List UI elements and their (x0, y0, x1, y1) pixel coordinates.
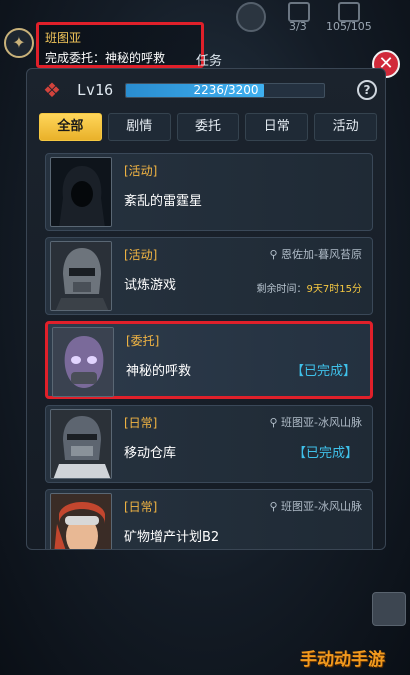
door-icon[interactable] (288, 2, 310, 22)
corner-menu-button[interactable] (372, 592, 406, 626)
quest-tag: [活动] (124, 164, 158, 178)
quest-item[interactable]: [活动] 紊乱的雷霆星 (45, 153, 373, 231)
quest-item[interactable]: [活动] ⚲ 恩佐加-暮风苔原 试炼游戏 剩余时间：9天7时15分 (45, 237, 373, 315)
armored-helmet-avatar (50, 241, 112, 311)
quest-location: ⚲ 班图亚-冰风山脉 (269, 500, 362, 513)
quest-status-completed: 【已完成】 (292, 446, 358, 461)
quest-name: 移动仓库 (124, 446, 177, 461)
quest-list[interactable]: [活动] 紊乱的雷霆星 [活动] ⚲ 恩佐加-暮风苔原 试炼游戏 剩余时间：9天… (45, 153, 373, 549)
quest-item-highlighted[interactable]: [委托] 神秘的呼救 【已完成】 (45, 321, 373, 399)
quest-location-text: 班图亚-冰风山脉 (281, 416, 362, 429)
compass-icon[interactable]: ✦ (4, 28, 34, 58)
quest-remaining-time: 剩余时间：9天7时15分 (257, 280, 362, 295)
quest-location-text: 班图亚-冰风山脉 (281, 500, 362, 513)
quest-status-completed: 【已完成】 (290, 364, 356, 379)
quest-panel: ❖ Lv16 2236/3200 ? 全部 剧情 委托 日常 活动 [活动] 紊… (26, 68, 386, 550)
quest-item[interactable]: [日常] ⚲ 班图亚-冰风山脉 矿物增产计划B2 (45, 489, 373, 549)
quest-location-text: 恩佐加-暮风苔原 (281, 248, 362, 261)
rank-wings-icon: ❖ (43, 78, 61, 102)
quest-name: 试炼游戏 (124, 278, 177, 293)
tab-event[interactable]: 活动 (314, 113, 377, 141)
tab-all[interactable]: 全部 (39, 113, 102, 141)
exp-bar: 2236/3200 (125, 83, 325, 98)
hud-count-secondary: 105/105 (326, 20, 372, 33)
quest-location: ⚲ 班图亚-冰风山脉 (269, 416, 362, 429)
quest-name: 紊乱的雷霆星 (124, 194, 203, 209)
panel-title: 任务 (196, 54, 223, 69)
quest-tag: [活动] (124, 248, 158, 262)
category-tabs: 全部 剧情 委托 日常 活动 (39, 113, 377, 141)
quest-tracker-desc: 完成委托：神秘的呼救 (45, 51, 166, 65)
quest-tracker[interactable]: ✦ 班图亚 完成委托：神秘的呼救 (4, 22, 204, 68)
goggles-girl-avatar (50, 493, 112, 549)
quest-tracker-title: 班图亚 (45, 31, 82, 45)
time-value: 9天7时15分 (306, 284, 362, 295)
map-button[interactable] (236, 2, 266, 32)
time-label: 剩余时间： (256, 284, 307, 295)
quest-tag: [委托] (126, 334, 160, 348)
gift-icon[interactable] (338, 2, 360, 22)
exp-text: 2236/3200 (193, 83, 259, 97)
robot-helmet-avatar (50, 409, 112, 479)
quest-location: ⚲ 恩佐加-暮风苔原 (269, 248, 362, 261)
quest-tag: [日常] (124, 500, 158, 514)
tab-commission[interactable]: 委托 (176, 113, 240, 141)
hooded-figure-avatar (50, 157, 112, 227)
purple-mask-avatar (52, 327, 114, 397)
quest-name: 矿物增产计划B2 (124, 530, 220, 545)
level-label: Lv16 (77, 81, 114, 99)
quest-name: 神秘的呼救 (126, 364, 192, 379)
quest-tag: [日常] (124, 416, 158, 430)
watermark-text: 手动动手游 (300, 650, 385, 670)
quest-item[interactable]: [日常] ⚲ 班图亚-冰风山脉 移动仓库 【已完成】 (45, 405, 373, 483)
tab-daily[interactable]: 日常 (245, 113, 309, 141)
hud-count-primary: 3/3 (289, 20, 307, 33)
tab-story[interactable]: 剧情 (107, 113, 171, 141)
quest-tracker-box[interactable]: 班图亚 完成委托：神秘的呼救 (36, 22, 204, 68)
level-row: ❖ Lv16 2236/3200 ? (43, 78, 377, 103)
help-button[interactable]: ? (357, 80, 377, 100)
